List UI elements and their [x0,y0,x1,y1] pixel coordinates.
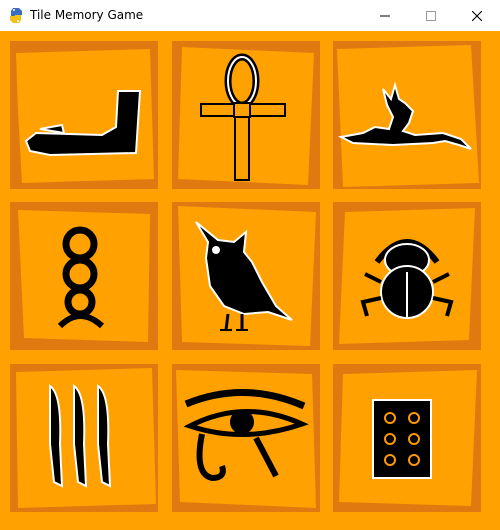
three-reeds-icon [49,384,112,488]
bent-arm-icon [24,90,142,157]
tile-reeds[interactable] [10,364,158,512]
python-snake-icon [10,8,22,23]
close-icon [472,10,482,21]
eye-of-horus-icon [183,389,309,482]
game-board-dots-icon [372,399,432,479]
title-bar[interactable]: Tile Memory Game [0,0,500,31]
tile-grid [0,31,500,530]
tile-bent-arm[interactable] [10,41,158,189]
tile-rings[interactable] [10,202,158,350]
stacked-rings-icon [57,226,105,329]
window-title: Tile Memory Game [30,8,144,22]
tile-owl[interactable] [172,202,320,350]
owl-icon [195,221,293,331]
close-button[interactable] [454,0,500,31]
minimize-button[interactable] [362,0,408,31]
minimize-icon [380,15,390,16]
game-window: Tile Memory Game [0,0,500,530]
maximize-button[interactable] [408,0,454,31]
scarab-beetle-icon [360,239,454,319]
tile-scarab[interactable] [333,202,481,350]
tile-eye-of-horus[interactable] [172,364,320,512]
tile-game-board[interactable] [333,364,481,512]
anubis-jackal-icon [337,81,472,150]
tile-anubis[interactable] [333,41,481,189]
ankh-icon [200,53,286,181]
tile-ankh[interactable] [172,41,320,189]
maximize-icon [426,10,436,21]
